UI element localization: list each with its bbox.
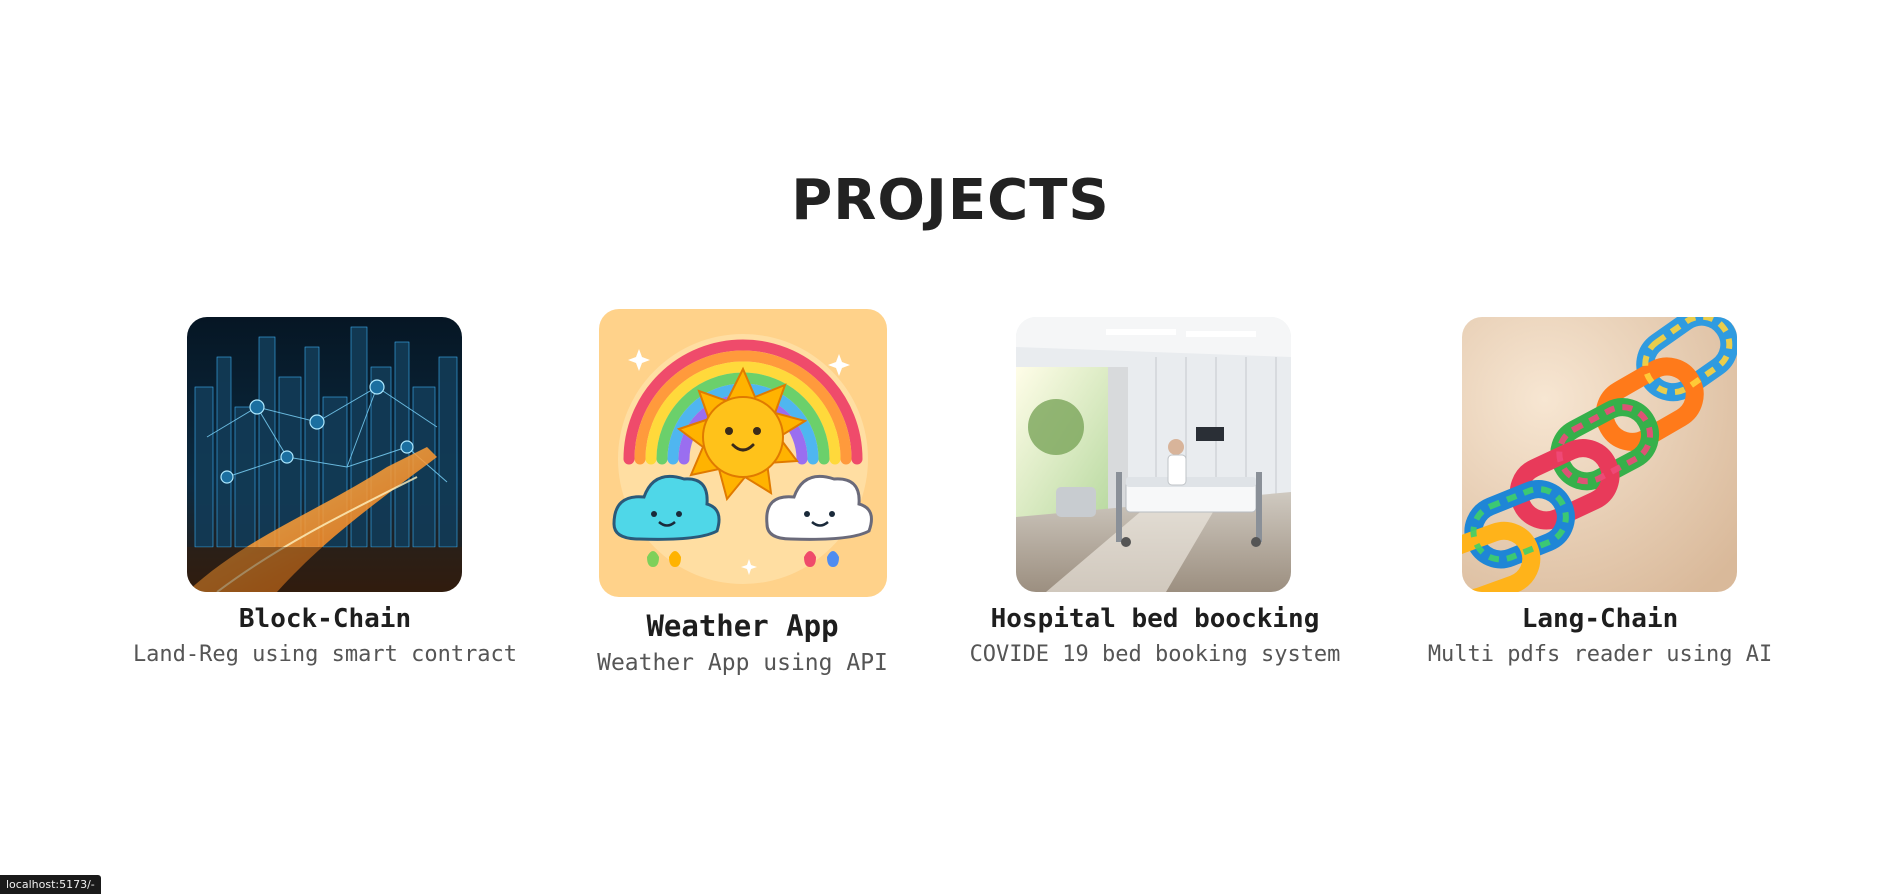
colorful-chain-links-image[interactable] xyxy=(1462,317,1737,592)
project-card-hospital-bed-booking[interactable]: Hospital bed boocking COVIDE 19 bed book… xyxy=(960,317,1350,677)
project-card-block-chain[interactable]: Block-Chain Land-Reg using smart contrac… xyxy=(120,317,530,677)
project-description: COVIDE 19 bed booking system xyxy=(969,642,1341,667)
project-description: Weather App using API xyxy=(597,650,888,676)
project-title: Lang-Chain xyxy=(1521,604,1679,634)
project-description: Land-Reg using smart contract xyxy=(132,642,518,667)
project-title: Block-Chain xyxy=(238,604,412,634)
project-card-lang-chain[interactable]: Lang-Chain Multi pdfs reader using AI xyxy=(1400,317,1800,677)
blockchain-city-image[interactable] xyxy=(187,317,462,592)
project-description: Multi pdfs reader using AI xyxy=(1427,642,1773,667)
section-title: PROJECTS xyxy=(791,168,1110,233)
status-bar-url: localhost:5173/- xyxy=(0,875,101,894)
hospital-room-image[interactable] xyxy=(1016,317,1291,592)
rainbow-sun-clouds-image[interactable] xyxy=(599,309,887,597)
project-card-weather-app[interactable]: Weather App Weather App using API xyxy=(570,309,915,689)
project-title: Hospital bed boocking xyxy=(990,604,1320,634)
project-title: Weather App xyxy=(646,609,839,643)
